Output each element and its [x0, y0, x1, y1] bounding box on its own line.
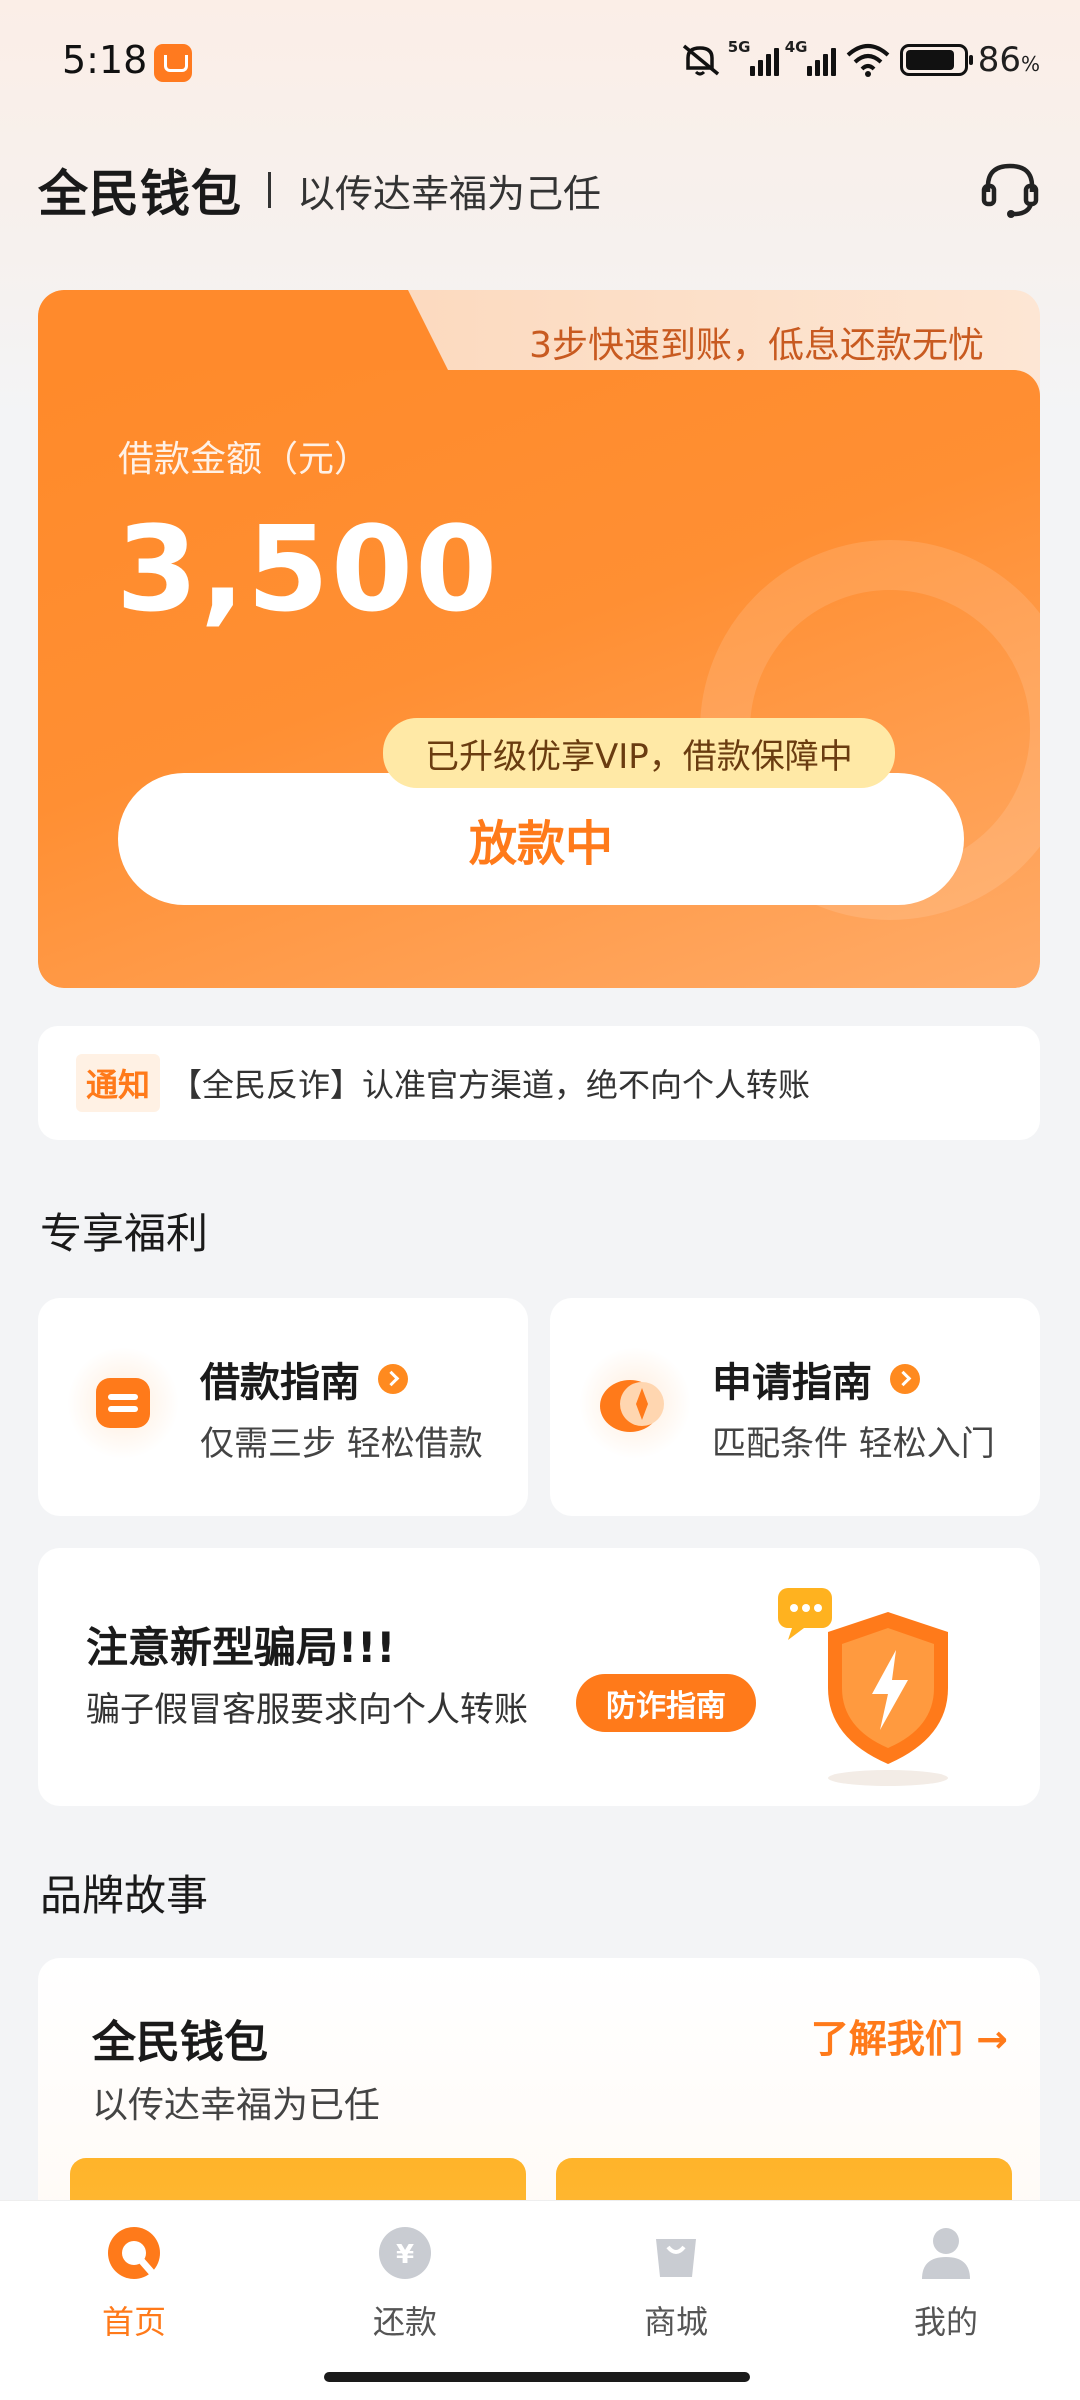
chevron-right-icon — [890, 1364, 920, 1394]
svg-text:¥: ¥ — [396, 2240, 414, 2270]
benefit-subtitle: 仅需三步 轻松借款 — [200, 1424, 483, 1464]
vip-badge: 已升级优享VIP，借款保障中 — [383, 718, 895, 788]
status-bar: 5:18 5G 4G 86% — [0, 0, 1080, 128]
home-icon — [108, 2227, 160, 2279]
bottom-tab-bar: 首页 ¥ 还款 商城 我的 — [0, 2200, 1080, 2400]
about-us-link[interactable]: 了解我们 → — [811, 2008, 1008, 2063]
notice-text: 【全民反诈】认准官方渠道，绝不向个人转账 — [170, 1066, 811, 1104]
app-header: 全民钱包 以传达幸福为己任 — [38, 150, 1048, 230]
benefit-card-loan-guide[interactable]: 借款指南 仅需三步 轻松借款 — [38, 1298, 528, 1516]
benefit-card-apply-guide[interactable]: 申请指南 匹配条件 轻松入门 — [550, 1298, 1040, 1516]
tab-repay[interactable]: ¥ 还款 — [305, 2225, 505, 2345]
mute-icon — [682, 44, 719, 76]
brand-story-section-title: 品牌故事 — [40, 1871, 209, 1920]
fraud-alert-title: 注意新型骗局!!! — [86, 1623, 396, 1672]
disbursing-status-button[interactable]: 放款中 — [118, 773, 964, 905]
loan-card: 3步快速到账，低息还款无忧 借款金额（元） 3,500 放款中 已升级优享VIP… — [38, 290, 1040, 988]
brand-logo-text: 全民钱包 — [38, 165, 242, 223]
gesture-home-bar[interactable] — [324, 2372, 750, 2382]
status-icons: 5G 4G 86% — [680, 38, 1040, 82]
anti-fraud-guide-button[interactable]: 防诈指南 — [576, 1674, 756, 1732]
app-notification-icon — [154, 44, 192, 82]
notice-bar[interactable]: 通知 【全民反诈】认准官方渠道，绝不向个人转账 — [38, 1026, 1040, 1140]
benefits-section-title: 专享福利 — [40, 1209, 209, 1258]
wifi-icon — [846, 44, 890, 77]
card-promo-text: 3步快速到账，低息还款无忧 — [529, 325, 984, 366]
user-icon — [922, 2228, 970, 2279]
battery-icon — [899, 44, 973, 76]
shield-lightning-icon — [778, 1588, 948, 1786]
cellular-4g-icon: 4G — [785, 38, 836, 76]
fraud-alert-card: 注意新型骗局!!! 骗子假冒客服要求向个人转账 防诈指南 — [38, 1548, 1040, 1806]
benefit-title: 申请指南 — [712, 1350, 920, 1408]
headset-icon[interactable] — [978, 158, 1042, 222]
loan-guide-icon — [68, 1348, 178, 1458]
fraud-alert-subtitle: 骗子假冒客服要求向个人转账 — [86, 1690, 528, 1730]
benefit-subtitle: 匹配条件 轻松入门 — [712, 1424, 995, 1464]
tab-home[interactable]: 首页 — [34, 2225, 234, 2345]
loan-amount-label: 借款金额（元） — [118, 439, 371, 480]
header-divider — [268, 172, 271, 208]
cellular-5g-icon: 5G — [728, 38, 779, 76]
loan-amount-value: 3,500 — [116, 500, 500, 638]
tab-mall[interactable]: 商城 — [576, 2225, 776, 2345]
brand-slogan: 以传达幸福为己任 — [297, 171, 602, 216]
status-time: 5:18 — [62, 38, 148, 82]
chevron-right-icon — [378, 1364, 408, 1394]
tab-mine[interactable]: 我的 — [846, 2225, 1046, 2345]
brand-story-title: 全民钱包 — [92, 2017, 268, 2068]
benefit-title: 借款指南 — [200, 1350, 408, 1408]
shopping-bag-icon — [656, 2239, 696, 2277]
compass-icon — [580, 1348, 690, 1458]
notice-tag: 通知 — [76, 1054, 161, 1112]
battery-percent: 86% — [977, 40, 1040, 80]
yen-coin-icon: ¥ — [379, 2227, 431, 2279]
brand-story-subtitle: 以传达幸福为已任 — [92, 2085, 381, 2126]
